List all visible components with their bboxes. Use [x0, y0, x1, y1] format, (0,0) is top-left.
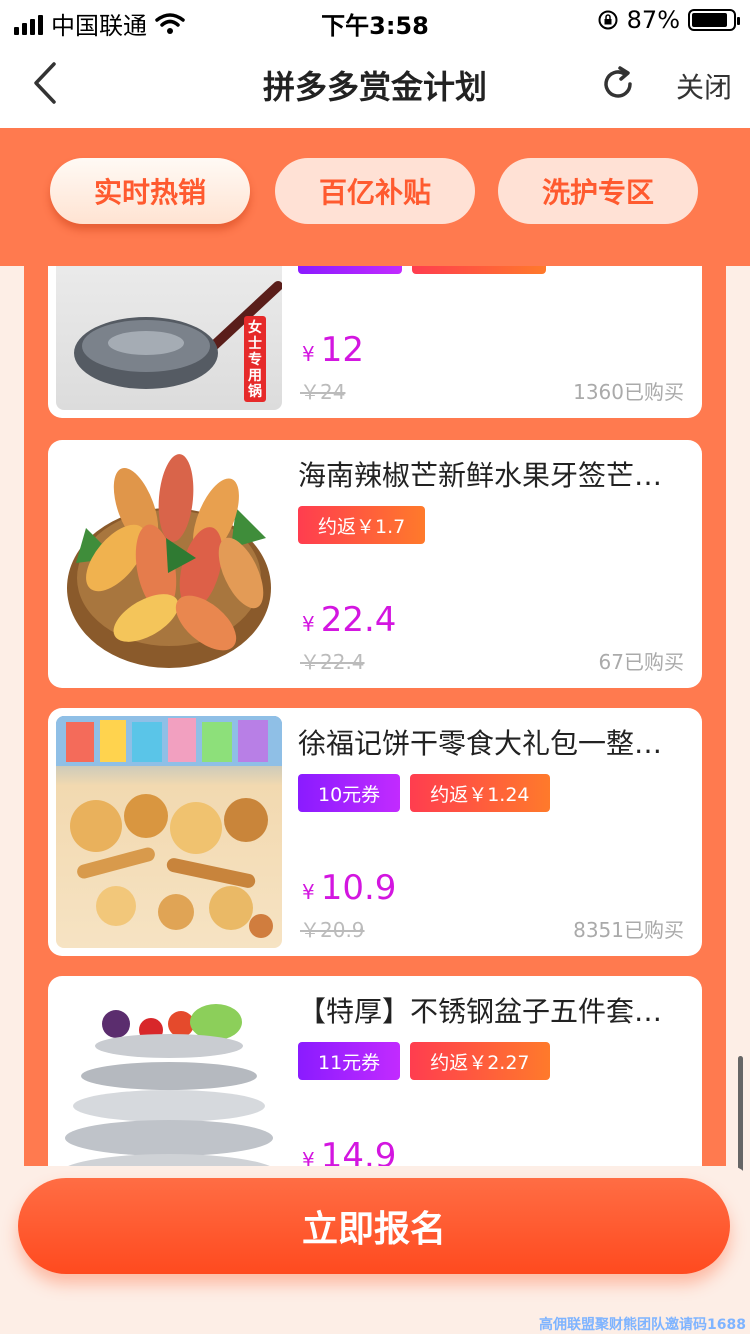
snack-pile-icon: [56, 716, 282, 948]
product-card[interactable]: 【特厚】不锈钢盆子五件套… 11元券 约返￥2.27 ¥14.9: [48, 976, 702, 1166]
price: ¥14.9: [302, 1136, 397, 1166]
coupon-tag: [298, 266, 402, 274]
refresh-icon[interactable]: [598, 64, 638, 104]
rebate-tag: [412, 266, 546, 274]
product-card[interactable]: 女士专用锅 ¥12 ￥24 1360已购买: [48, 266, 702, 418]
price: ¥22.4: [302, 600, 397, 640]
sold-count: 67已购买: [598, 650, 684, 674]
product-name: 海南辣椒芒新鲜水果牙签芒…: [298, 459, 663, 492]
close-button[interactable]: 关闭: [676, 66, 732, 106]
wok-badge-label: 女士专用锅: [248, 320, 262, 400]
original-price: ￥20.9: [300, 918, 365, 942]
original-price: ￥22.4: [300, 650, 365, 674]
price: ¥12: [302, 330, 364, 370]
rebate-tag: 约返￥2.27: [410, 1042, 550, 1080]
wok-icon: 女士专用锅: [56, 266, 282, 410]
original-price: ￥24: [300, 380, 346, 404]
tab-hot-sale[interactable]: 实时热销: [50, 158, 250, 224]
coupon-tag: 10元券: [298, 774, 401, 812]
battery-percent: 87%: [626, 6, 680, 34]
price: ¥10.9: [302, 868, 397, 908]
product-list[interactable]: 女士专用锅 ¥12 ￥24 1360已购买 海南辣椒芒新鲜水果牙签芒… 约返￥1…: [0, 266, 750, 1166]
rebate-tag: 约返￥1.7: [298, 506, 426, 544]
nav-bar: 拼多多赏金计划 关闭: [0, 40, 750, 128]
sold-count: 8351已购买: [573, 918, 684, 942]
sold-count: 1360已购买: [573, 380, 684, 404]
category-tabs: 实时热销 百亿补贴 洗护专区: [0, 128, 750, 266]
product-card[interactable]: 海南辣椒芒新鲜水果牙签芒… 约返￥1.7 ¥22.4 ￥22.4 67已购买: [48, 440, 702, 688]
product-name: 【特厚】不锈钢盆子五件套…: [298, 995, 663, 1028]
battery-icon: [688, 9, 740, 31]
tab-care[interactable]: 洗护专区: [498, 158, 698, 224]
coupon-tag: 11元券: [298, 1042, 401, 1080]
product-card[interactable]: 徐福记饼干零食大礼包一整… 10元券 约返￥1.24 ¥10.9 ￥20.9 8…: [48, 708, 702, 956]
tab-subsidy[interactable]: 百亿补贴: [275, 158, 475, 224]
mango-basket-icon: [56, 448, 282, 680]
steel-bowls-icon: [56, 984, 282, 1166]
rotation-lock-icon: [598, 10, 618, 30]
rebate-tag: 约返￥1.24: [410, 774, 550, 812]
sign-up-button[interactable]: 立即报名: [18, 1178, 730, 1274]
watermark: 高佣联盟聚财熊团队邀请码1688: [539, 1317, 746, 1333]
status-bar: 中国联通 下午3:58 87%: [0, 0, 750, 40]
product-name: 徐福记饼干零食大礼包一整…: [298, 727, 663, 760]
